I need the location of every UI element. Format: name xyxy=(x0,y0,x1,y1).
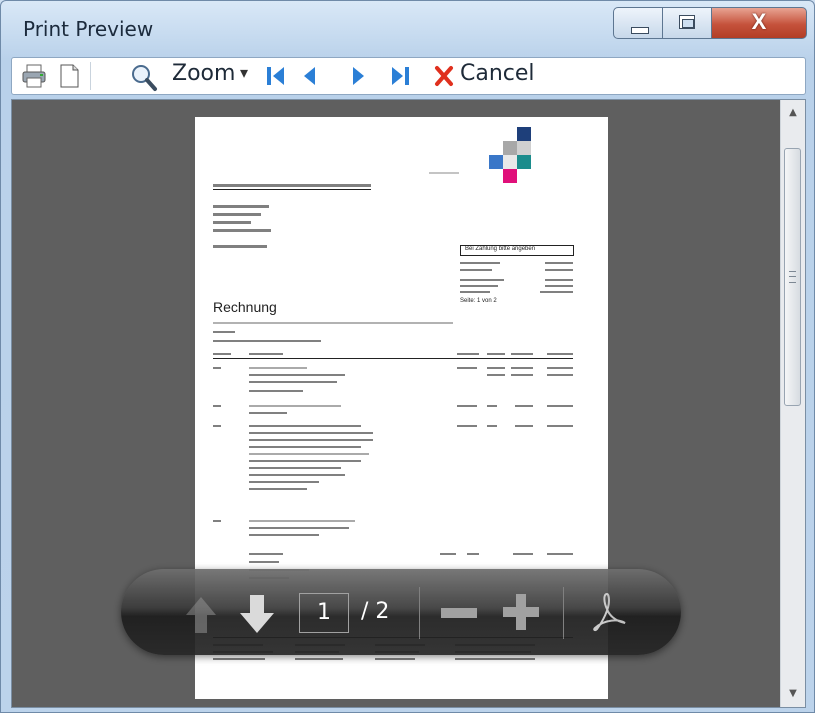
toolbar: Zoom ▾ Cancel xyxy=(11,57,806,95)
grip-icon xyxy=(789,271,796,283)
last-page-button[interactable] xyxy=(388,62,412,90)
previous-page-button[interactable] xyxy=(300,62,320,90)
minus-icon xyxy=(441,608,477,618)
total-pages-label: / 2 xyxy=(361,599,390,624)
toolbar-separator xyxy=(90,62,91,90)
page-icon xyxy=(60,64,79,88)
page-indicator: Seite: 1 von 2 xyxy=(460,298,497,304)
cancel-button[interactable] xyxy=(432,62,456,90)
arrow-down-icon xyxy=(240,595,274,633)
zoom-out-button[interactable] xyxy=(439,595,479,631)
info-box-title: Bei Zahlung bitte angeben xyxy=(465,246,536,252)
minimize-button[interactable] xyxy=(613,7,663,39)
zoom-button[interactable] xyxy=(124,62,168,91)
pdf-icon xyxy=(593,592,626,632)
print-preview-window: Print Preview X Zoom ▾ Cancel Bei Zahlun… xyxy=(0,0,815,713)
open-pdf-button[interactable] xyxy=(589,591,629,633)
plus-icon xyxy=(503,594,539,630)
overlay-separator xyxy=(563,587,564,639)
arrow-up-icon xyxy=(186,597,216,633)
minimize-icon xyxy=(631,27,649,34)
first-page-icon xyxy=(267,67,284,85)
magnifier-icon xyxy=(132,65,157,91)
company-logo xyxy=(475,127,545,197)
document-heading: Rechnung xyxy=(213,299,277,315)
window-title: Print Preview xyxy=(23,17,154,41)
scrollbar-thumb[interactable] xyxy=(784,148,801,406)
cancel-x-icon xyxy=(435,66,453,86)
printer-icon xyxy=(22,64,46,88)
page-navigation-overlay: 1 / 2 xyxy=(121,569,681,655)
maximize-button[interactable] xyxy=(662,7,712,39)
previous-page-overlay-button[interactable] xyxy=(183,595,219,635)
page-setup-button[interactable] xyxy=(56,62,82,90)
next-page-overlay-button[interactable] xyxy=(237,593,277,635)
last-page-icon xyxy=(392,67,409,85)
close-button[interactable]: X xyxy=(711,7,807,39)
window-controls: X xyxy=(613,7,809,43)
scroll-down-arrow-icon[interactable]: ▼ xyxy=(781,683,805,705)
first-page-button[interactable] xyxy=(264,62,288,90)
zoom-dropdown-icon[interactable]: ▾ xyxy=(240,63,248,82)
close-icon: X xyxy=(751,9,767,34)
current-page-input[interactable]: 1 xyxy=(299,593,349,633)
print-button[interactable] xyxy=(20,62,48,90)
cancel-label[interactable]: Cancel xyxy=(460,61,535,86)
next-page-icon xyxy=(353,67,364,85)
scroll-up-arrow-icon[interactable]: ▲ xyxy=(781,102,805,124)
overlay-separator xyxy=(419,587,420,639)
maximize-icon xyxy=(679,15,695,29)
zoom-in-button[interactable] xyxy=(501,591,541,633)
previous-page-icon xyxy=(304,67,315,85)
next-page-button[interactable] xyxy=(348,62,368,90)
vertical-scrollbar[interactable]: ▲ ▼ xyxy=(780,100,805,707)
zoom-label[interactable]: Zoom xyxy=(172,61,235,86)
